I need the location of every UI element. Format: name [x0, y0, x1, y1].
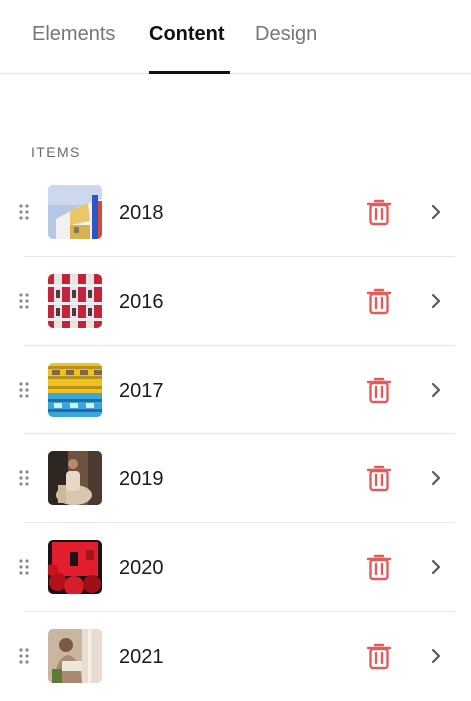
- chevron-right-icon[interactable]: [430, 293, 442, 309]
- drag-handle-icon[interactable]: [19, 648, 29, 664]
- item-thumbnail: [48, 628, 102, 683]
- item-thumbnail: [48, 540, 102, 595]
- drag-handle-icon[interactable]: [19, 381, 29, 398]
- item-label: 2018: [119, 202, 164, 224]
- tab-design[interactable]: Design: [255, 22, 317, 46]
- tab-content[interactable]: Content: [149, 22, 225, 46]
- trash-icon[interactable]: [366, 553, 392, 581]
- list-item[interactable]: 2016: [0, 257, 471, 346]
- item-label: 2021: [119, 645, 164, 668]
- item-thumbnail: [48, 362, 102, 417]
- chevron-right-icon[interactable]: [430, 470, 442, 486]
- item-thumbnail: [48, 185, 102, 239]
- list-item[interactable]: 2019: [0, 434, 471, 523]
- chevron-right-icon[interactable]: [430, 204, 442, 220]
- active-tab-indicator: [149, 71, 230, 74]
- item-label: 2017: [119, 379, 164, 402]
- items-section-label: ITEMS: [31, 144, 81, 160]
- trash-icon[interactable]: [366, 198, 392, 226]
- trash-icon[interactable]: [366, 642, 392, 670]
- list-item[interactable]: 2021: [0, 612, 471, 701]
- list-item[interactable]: 2020: [0, 523, 471, 612]
- tab-elements[interactable]: Elements: [32, 22, 115, 46]
- drag-handle-icon[interactable]: [19, 204, 29, 220]
- items-list: 2018 2016 2017 2019 2020 2021: [0, 168, 471, 701]
- list-item[interactable]: 2017: [0, 346, 471, 435]
- item-label: 2019: [119, 468, 164, 491]
- item-thumbnail: [48, 451, 102, 506]
- chevron-right-icon[interactable]: [430, 559, 442, 575]
- drag-handle-icon[interactable]: [19, 559, 29, 575]
- tab-bar: Elements Content Design: [0, 0, 471, 74]
- chevron-right-icon[interactable]: [430, 382, 442, 398]
- chevron-right-icon[interactable]: [430, 648, 442, 664]
- trash-icon[interactable]: [366, 287, 392, 315]
- trash-icon[interactable]: [366, 464, 392, 492]
- drag-handle-icon[interactable]: [19, 293, 29, 309]
- item-label: 2016: [119, 290, 164, 313]
- item-thumbnail: [48, 273, 102, 328]
- trash-icon[interactable]: [366, 376, 392, 404]
- drag-handle-icon[interactable]: [19, 470, 29, 486]
- item-label: 2020: [119, 557, 164, 580]
- list-item[interactable]: 2018: [0, 168, 471, 257]
